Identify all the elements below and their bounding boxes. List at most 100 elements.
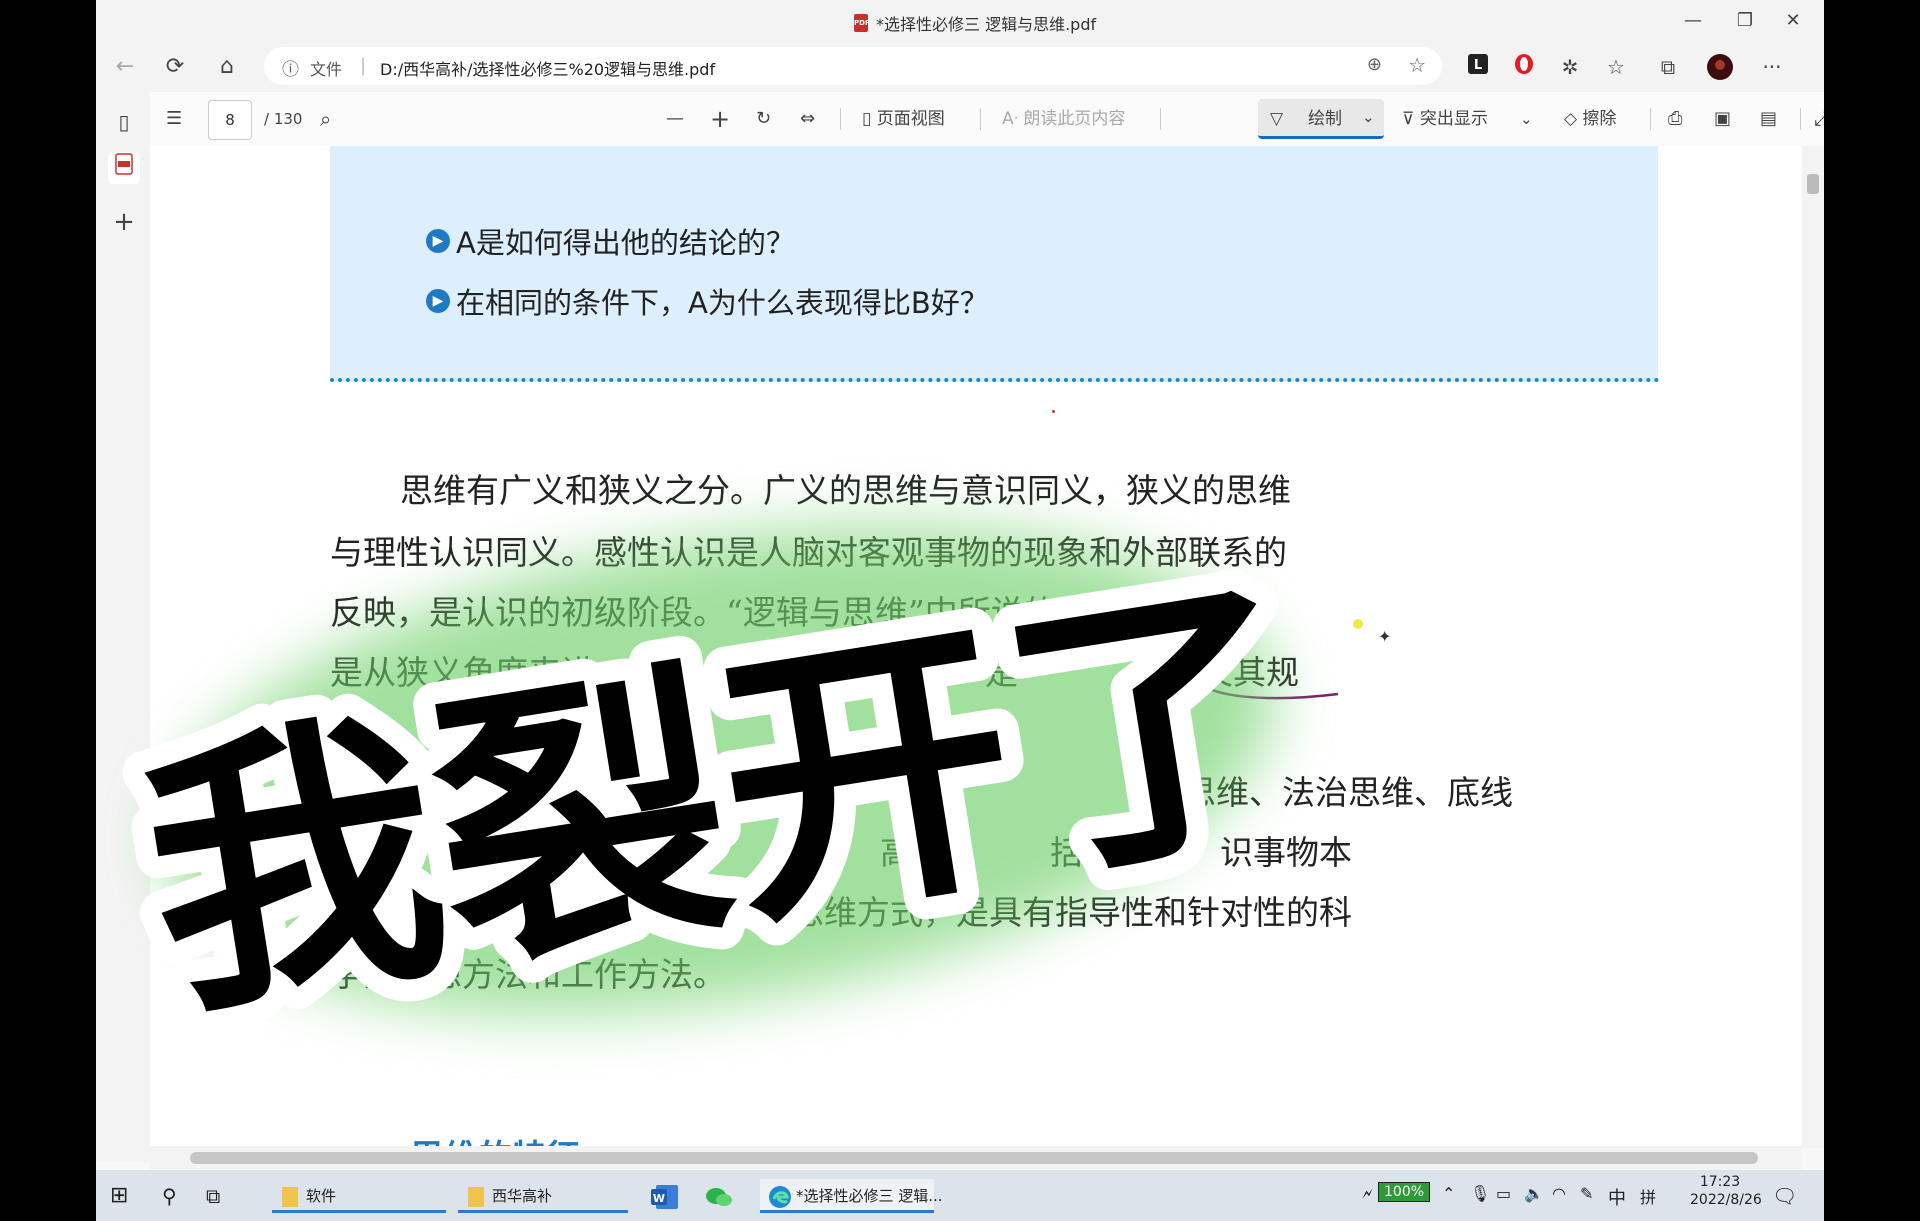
home-button[interactable]: ⌂ (212, 52, 242, 82)
start-button[interactable]: ⊞ (110, 1179, 128, 1213)
info-icon[interactable]: ⓘ (282, 55, 299, 80)
collections-icon[interactable]: ⧉ (1654, 53, 1682, 81)
paragraph-fragment: 是 (985, 653, 1018, 692)
draw-label: 绘制 (1308, 109, 1342, 129)
paragraph-fragment: 高 (880, 833, 913, 872)
question-text: A是如何得出他的结论的？ (456, 226, 795, 260)
erase-label: 擦除 (1582, 109, 1617, 129)
draw-dropdown-icon[interactable]: ⌄ (1362, 104, 1375, 130)
horizontal-scrollbar[interactable] (150, 1146, 1802, 1170)
svg-text:W: W (653, 1192, 665, 1205)
opera-extension-icon[interactable] (1510, 53, 1538, 81)
paragraph-line: 与理性认识同义。感性认识是人脑对客观事物的现象和外部联系的 (330, 533, 1287, 572)
horizontal-scroll-thumb[interactable] (190, 1152, 1758, 1164)
toolbar-divider (840, 108, 841, 130)
taskbar-item-wechat[interactable] (704, 1179, 742, 1213)
network-icon[interactable]: ◠ (1552, 1184, 1566, 1203)
question-item: ▶ A是如何得出他的结论的？ (426, 220, 795, 262)
fit-page-icon[interactable]: ⇔ (800, 106, 815, 132)
ime-language[interactable]: 中 (1608, 1184, 1626, 1210)
taskbar-item-xihua[interactable]: 西华高补 (458, 1179, 628, 1213)
address-separator: | (360, 55, 367, 76)
pen-cursor-icon: ✦ (1353, 619, 1391, 646)
zoom-out-button[interactable]: — (666, 106, 684, 132)
zoom-icon[interactable]: ⊕ (1367, 54, 1382, 75)
paragraph-line: 反映，是认识的初级阶段。“逻辑与思维”中所说的“思维”主要 (330, 593, 1223, 632)
pen-icon[interactable]: ✎ (1580, 1184, 1593, 1203)
battery-indicator[interactable]: 100% (1378, 1182, 1431, 1202)
section-heading: 思维的特征 (410, 1130, 580, 1146)
notification-icon[interactable]: 🗨 (1772, 1184, 1797, 1208)
page-total: / 130 (264, 110, 303, 128)
show-hidden-icons[interactable]: ⌃ (1442, 1184, 1455, 1203)
folder-icon (468, 1186, 484, 1207)
restore-button[interactable]: ❐ (1722, 6, 1768, 36)
volume-icon[interactable]: 🔈 (1524, 1184, 1544, 1203)
taskbar-item-word[interactable]: W (650, 1179, 688, 1213)
erase-button[interactable]: ◇ 擦除 (1564, 106, 1616, 132)
add-favorite-icon[interactable]: ☆ (1408, 53, 1426, 77)
profile-avatar[interactable] (1706, 53, 1734, 81)
minimize-button[interactable]: — (1670, 6, 1716, 36)
extension-l-icon[interactable]: L (1464, 53, 1492, 81)
zoom-in-button[interactable]: + (710, 106, 730, 132)
tab-actions-icon[interactable]: ▯ (108, 106, 140, 138)
ime-mode[interactable]: 拼 (1640, 1184, 1656, 1208)
clock-time: 17:23 (1699, 1174, 1741, 1190)
extensions-icon[interactable]: ✲ (1556, 53, 1584, 81)
taskbar: ⊞ ⚲ ⧉ 软件 西华高补 W *选择性必修三 逻辑... 🗲 100% ⌃ 🎙… (96, 1170, 1824, 1221)
task-view-button[interactable]: ⧉ (206, 1179, 220, 1213)
pdf-viewport[interactable]: ▶ A是如何得出他的结论的？ ▶ 在相同的条件下，A为什么表现得比B好？ 思维有… (150, 146, 1802, 1146)
paragraph-line: 是 (530, 833, 563, 872)
vertical-scroll-thumb[interactable] (1807, 174, 1819, 194)
read-aloud-button[interactable]: Aᐧ 朗读此页内容 (1002, 106, 1125, 132)
highlight-label: 突出显示 (1419, 109, 1488, 129)
search-icon[interactable]: ⌕ (320, 106, 331, 132)
page-view-button[interactable]: ▯ 页面视图 (862, 106, 945, 132)
vertical-scrollbar[interactable] (1802, 146, 1824, 1148)
url-text[interactable]: D:/西华高补/选择性必修三%20逻辑与思维.pdf (380, 56, 715, 80)
taskbar-item-software[interactable]: 软件 (272, 1179, 446, 1213)
search-button[interactable]: ⚲ (162, 1179, 177, 1213)
close-button[interactable]: ✕ (1770, 6, 1816, 36)
toolbar-divider (1650, 108, 1651, 130)
address-bar[interactable]: ⓘ 文件 | D:/西华高补/选择性必修三%20逻辑与思维.pdf ⊕ ☆ (264, 47, 1442, 85)
battery-icon[interactable]: ▭ (1496, 1184, 1511, 1203)
refresh-button[interactable]: ⟳ (160, 52, 190, 82)
save-as-icon[interactable]: ▤ (1760, 106, 1777, 132)
fullscreen-icon[interactable]: ⤢ (1814, 106, 1824, 130)
title-bar: PDF *选择性必修三 逻辑与思维.pdf — ❐ ✕ (96, 0, 1824, 42)
read-aloud-label: 朗读此页内容 (1023, 109, 1126, 129)
page-view-icon: ▯ (862, 109, 877, 129)
page-number-input[interactable]: 8 (208, 100, 252, 140)
print-icon[interactable]: ⎙ (1668, 106, 1682, 132)
pdf-toolbar: ☰ 8 / 130 ⌕ — + ↻ ⇔ ▯ 页面视图 Aᐧ 朗读此页内容 ▽ 绘… (150, 92, 1824, 147)
wechat-icon (706, 1188, 732, 1206)
paragraph-line: 新思维、法治思维、底线 (1150, 773, 1513, 812)
highlight-button[interactable]: ⊽ 突出显示 (1402, 106, 1488, 132)
folder-icon (282, 1186, 298, 1207)
edge-icon (769, 1185, 791, 1208)
ink-underline (1211, 688, 1339, 700)
clock[interactable]: 17:23 2022/8/26 (1690, 1174, 1762, 1208)
favorites-icon[interactable]: ☆ (1602, 53, 1630, 81)
dotted-divider (330, 378, 1660, 382)
paragraph-line: 思维有广义和狭义之分。广义的思维与意识同义，狭义的思维 (400, 471, 1291, 510)
rotate-icon[interactable]: ↻ (756, 106, 771, 132)
new-tab-icon[interactable]: + (108, 206, 140, 238)
highlight-dropdown-icon[interactable]: ⌄ (1520, 106, 1533, 132)
play-bullet-icon: ▶ (426, 289, 450, 313)
running-indicator (458, 1210, 628, 1213)
more-button[interactable]: ··· (1758, 53, 1786, 81)
running-indicator (760, 1210, 934, 1213)
taskbar-item-edge-pdf[interactable]: *选择性必修三 逻辑... (760, 1179, 943, 1213)
file-label: 文件 (310, 60, 343, 79)
draw-button[interactable]: ▽ 绘制 ⌄ (1258, 99, 1384, 139)
svg-text:✦: ✦ (1378, 627, 1391, 646)
save-icon[interactable]: ▣ (1714, 106, 1731, 132)
pdf-tab-icon[interactable] (108, 152, 140, 184)
table-of-contents-icon[interactable]: ☰ (166, 106, 182, 132)
eraser-icon: ◇ (1564, 109, 1583, 129)
microphone-icon[interactable]: 🎙 (1470, 1184, 1490, 1203)
back-button[interactable]: ← (110, 52, 140, 82)
